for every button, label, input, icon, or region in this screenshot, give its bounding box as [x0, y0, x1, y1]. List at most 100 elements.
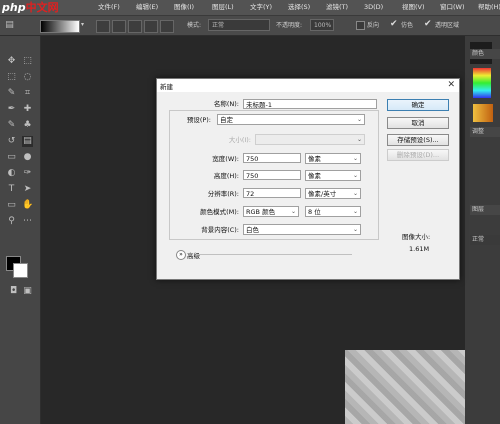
- menu-3d[interactable]: 3D(D): [361, 0, 399, 15]
- background-content-select[interactable]: 白色 ⌄: [243, 224, 361, 235]
- chevron-down-icon[interactable]: ▾: [81, 21, 84, 28]
- resolution-unit-select[interactable]: 像素/英寸 ⌄: [305, 188, 361, 199]
- lasso-tool-icon[interactable]: ◌: [22, 72, 33, 83]
- dither-check-icon[interactable]: ✔: [390, 19, 398, 29]
- marquee-tool-icon[interactable]: ⬚: [6, 72, 17, 83]
- menu-window[interactable]: 窗口(W): [437, 0, 475, 15]
- color-mode-label: 颜色模式(M):: [200, 208, 239, 216]
- dither-label: 仿色: [401, 22, 414, 29]
- gradient-tool-icon[interactable]: ▤: [22, 136, 33, 147]
- tools-panel: ✥ ⬚ ⬚ ◌ ✎ ⌗ ✒ ✚ ✎ ♣ ↺ ▤ ▭ ● ◐ ✑ T ➤ ▭ ✋ …: [0, 36, 41, 424]
- stamp-tool-icon[interactable]: ♣: [22, 120, 33, 131]
- resolution-input[interactable]: 72: [243, 188, 301, 198]
- gradient-preview[interactable]: [40, 20, 80, 33]
- quick-mask-icon[interactable]: ◘: [8, 286, 19, 297]
- reflected-gradient-icon[interactable]: [144, 20, 158, 33]
- right-panels: [465, 36, 500, 424]
- menu-layer[interactable]: 图层(L): [209, 0, 247, 15]
- size-label: 大小(I):: [228, 136, 251, 144]
- height-unit-value: 像素: [308, 172, 321, 180]
- bit-depth-value: 8 位: [308, 208, 321, 216]
- gradient-tool-icon[interactable]: ▤: [4, 20, 15, 31]
- transparency-check-icon[interactable]: ✔: [424, 19, 432, 29]
- crop-tool-icon[interactable]: ⌗: [22, 88, 33, 99]
- menu-type[interactable]: 文字(Y): [247, 0, 285, 15]
- mode-select[interactable]: 正常: [208, 19, 270, 31]
- menu-help[interactable]: 帮助(H): [475, 0, 500, 15]
- menu-image[interactable]: 图像(I): [171, 0, 209, 15]
- advanced-toggle-icon[interactable]: »: [176, 250, 186, 260]
- chevron-down-icon: ⌄: [352, 172, 358, 179]
- width-unit-select[interactable]: 像素 ⌄: [305, 153, 361, 164]
- path-select-tool-icon[interactable]: ➤: [22, 184, 33, 195]
- more-tools-icon[interactable]: ⋯: [22, 216, 33, 227]
- height-label: 高度(H):: [213, 172, 239, 180]
- watermark-part1: php: [2, 1, 26, 14]
- color-mode-select[interactable]: RGB 颜色 ⌄: [243, 206, 299, 217]
- screen-mode-icon[interactable]: ▣: [22, 286, 33, 297]
- pen-tool-icon[interactable]: ✑: [22, 168, 33, 179]
- menu-filter[interactable]: 滤镜(T): [323, 0, 361, 15]
- transparency-label: 透明区域: [435, 22, 460, 29]
- name-input[interactable]: 未标题-1: [243, 99, 377, 109]
- advanced-label: 高级: [187, 252, 200, 260]
- preset-select[interactable]: 自定 ⌄: [217, 114, 365, 125]
- zoom-tool-icon[interactable]: ⚲: [6, 216, 17, 227]
- blur-tool-icon[interactable]: ●: [22, 152, 33, 163]
- healing-brush-tool-icon[interactable]: ✚: [22, 104, 33, 115]
- color-mode-value: RGB 颜色: [246, 208, 276, 216]
- ok-button[interactable]: 确定: [387, 99, 449, 111]
- background-content-value: 白色: [246, 226, 259, 234]
- reverse-checkbox[interactable]: [356, 21, 365, 30]
- move-tool-icon[interactable]: ✥: [6, 56, 17, 67]
- eraser-tool-icon[interactable]: ▭: [6, 152, 17, 163]
- menu-file[interactable]: 文件(F): [95, 0, 133, 15]
- linear-gradient-icon[interactable]: [96, 20, 110, 33]
- radial-gradient-icon[interactable]: [112, 20, 126, 33]
- width-unit-value: 像素: [308, 155, 321, 163]
- chevron-down-icon: ⌄: [356, 116, 362, 123]
- artboard-tool-icon[interactable]: ⬚: [22, 56, 33, 67]
- width-input[interactable]: 750: [243, 153, 301, 163]
- opacity-label: 不透明度:: [276, 22, 303, 29]
- height-unit-select[interactable]: 像素 ⌄: [305, 170, 361, 181]
- advanced-divider: [197, 254, 352, 255]
- resolution-unit-value: 像素/英寸: [308, 190, 337, 198]
- color-panel-tab[interactable]: 颜色: [470, 49, 500, 59]
- angle-gradient-icon[interactable]: [128, 20, 142, 33]
- blend-mode-select[interactable]: 正常: [470, 235, 500, 245]
- save-preset-button[interactable]: 存储预设(S)...: [387, 134, 449, 146]
- close-icon[interactable]: ✕: [447, 80, 455, 90]
- chevron-down-icon: ⌄: [352, 155, 358, 162]
- quick-select-tool-icon[interactable]: ✎: [6, 88, 17, 99]
- options-bar: ▤ ▾ 模式: 正常 不透明度: 100% 反向 ✔ 仿色 ✔ 透明区域: [0, 16, 500, 36]
- mode-label: 模式:: [187, 22, 202, 29]
- hand-tool-icon[interactable]: ✋: [22, 200, 33, 211]
- cancel-button[interactable]: 取消: [387, 117, 449, 129]
- bit-depth-select[interactable]: 8 位 ⌄: [305, 206, 361, 217]
- menu-select[interactable]: 选择(S): [285, 0, 323, 15]
- dodge-tool-icon[interactable]: ◐: [6, 168, 17, 179]
- diamond-gradient-icon[interactable]: [160, 20, 174, 33]
- shape-tool-icon[interactable]: ▭: [6, 200, 17, 211]
- height-input[interactable]: 750: [243, 170, 301, 180]
- menu-view[interactable]: 视图(V): [399, 0, 437, 15]
- layers-panel-tab[interactable]: 图层: [470, 205, 500, 215]
- eyedropper-tool-icon[interactable]: ✒: [6, 104, 17, 115]
- opacity-input[interactable]: 100%: [310, 19, 334, 31]
- new-document-dialog: 新建 ✕ 名称(N): 未标题-1 预设(P): 自定 ⌄ 大小(I): ⌄ 宽度…: [156, 78, 460, 280]
- menu-edit[interactable]: 编辑(E): [133, 0, 171, 15]
- background-color-swatch[interactable]: [13, 263, 28, 278]
- size-select: ⌄: [255, 134, 365, 145]
- menu-list: 文件(F) 编辑(E) 图像(I) 图层(L) 文字(Y) 选择(S) 滤镜(T…: [95, 0, 500, 15]
- canvas-preview-area: [345, 350, 465, 424]
- type-tool-icon[interactable]: T: [6, 184, 17, 195]
- brush-tool-icon[interactable]: ✎: [6, 120, 17, 131]
- hue-strip[interactable]: [473, 68, 491, 98]
- resolution-label: 分辨率(R):: [207, 190, 239, 198]
- swatch-preview: [473, 104, 493, 122]
- adjustments-panel-tab[interactable]: 调整: [470, 127, 500, 137]
- chevron-down-icon: ⌄: [352, 226, 358, 233]
- background-content-label: 背景内容(C):: [201, 226, 239, 234]
- history-brush-tool-icon[interactable]: ↺: [6, 136, 17, 147]
